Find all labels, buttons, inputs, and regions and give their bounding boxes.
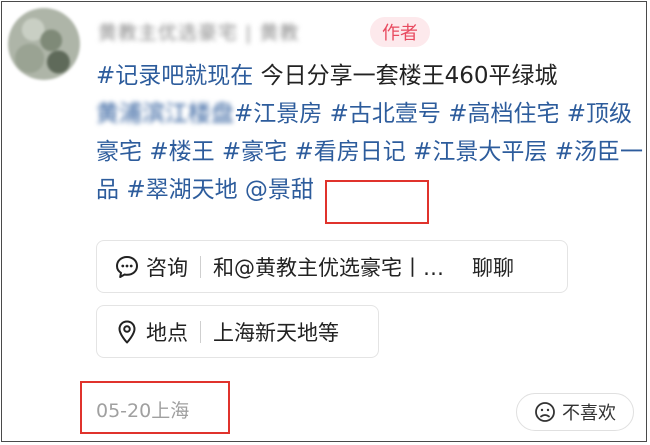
location-label: 地点 (146, 320, 188, 345)
author-badge: 作者 (370, 17, 430, 47)
hashtag-link[interactable]: #楼王 (149, 139, 214, 165)
date-highlight-box (80, 381, 230, 434)
mention-highlight-box (325, 180, 429, 224)
hashtag-link[interactable]: #古北壹号 (330, 101, 441, 127)
avatar[interactable] (8, 8, 80, 80)
dislike-button[interactable]: 不喜欢 (516, 393, 634, 431)
author-username[interactable]: 黄教主优选豪宅 | 黄教 (98, 18, 360, 44)
hashtag-link[interactable]: #江景房 (234, 101, 322, 127)
consult-value: 和@黄教主优选豪宅丨… (213, 255, 444, 280)
post-intro-text: 今日分享一套楼王460平绿城 (253, 63, 558, 89)
frown-face-icon (534, 401, 556, 423)
hashtag-link[interactable]: #看房日记 (295, 139, 406, 165)
location-pin-icon (114, 319, 140, 345)
hashtag-link[interactable]: #豪宅 (222, 139, 287, 165)
consult-label: 咨询 (146, 255, 188, 280)
hashtag-link[interactable]: #江景大平层 (413, 139, 547, 165)
location-chip[interactable]: 地点 上海新天地等 (96, 305, 379, 358)
hashtag-link[interactable]: #高档住宅 (448, 101, 559, 127)
chat-action-button[interactable]: 聊聊 (472, 252, 514, 282)
dislike-label: 不喜欢 (562, 403, 616, 424)
consult-chip[interactable]: 咨询 和@黄教主优选豪宅丨… 聊聊 (96, 240, 568, 293)
blurred-text: 黄浦滨江楼盘 (96, 101, 234, 127)
location-value: 上海新天地等 (213, 320, 339, 345)
mention-link[interactable]: @景甜 (245, 177, 314, 203)
hashtag-link[interactable]: #翠湖天地 (126, 177, 237, 203)
divider (200, 255, 201, 278)
chat-bubble-icon (114, 254, 140, 280)
hashtag-link[interactable]: #记录吧就现在 (96, 63, 253, 89)
divider (200, 320, 201, 343)
